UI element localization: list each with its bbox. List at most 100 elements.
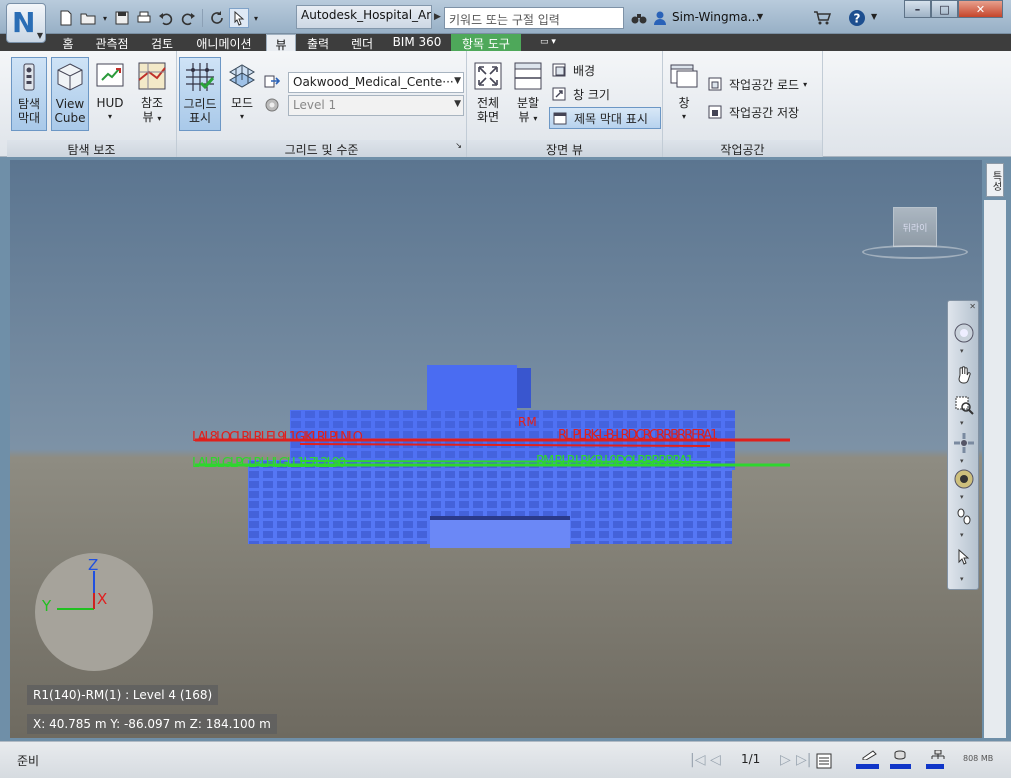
level-select[interactable]: Level 1 ▼ [288, 95, 464, 116]
background-label: 배경 [573, 63, 596, 78]
steering-wheel-icon[interactable] [952, 321, 976, 345]
model-select[interactable]: Oakwood_Medical_Cente··· ▼ [288, 72, 464, 93]
next-page-icon[interactable]: ▷ [780, 752, 791, 768]
windows-button[interactable]: 창 ▾ [665, 57, 703, 131]
show-title-bar-button[interactable]: 제목 막대 표시 [549, 107, 661, 129]
page-indicator: 1/1 [741, 752, 761, 766]
ribbon: 탐색 막대 View Cube HUD ▾ 참조 뷰 ▾ 탐색 보조 그리드 표… [0, 51, 1011, 157]
grid-mode-button[interactable]: 모드 ▾ [224, 57, 260, 131]
user-icon[interactable] [650, 8, 670, 28]
toolbar-separator [202, 9, 203, 27]
scene-viewport[interactable]: LAL8LOCLRLRLEL9L1GIKLRLPLNLO RL PLRK-L-B… [10, 160, 982, 738]
chevron-down-icon[interactable]: ▾ [960, 347, 964, 355]
properties-side-tab[interactable]: 특성 [986, 163, 1004, 197]
viewcube-button[interactable]: View Cube [51, 57, 89, 131]
tab-home[interactable]: 홈 [56, 34, 80, 51]
user-name[interactable]: Sim-Wingma... [672, 10, 759, 24]
zoom-window-icon[interactable] [952, 393, 976, 417]
first-page-icon[interactable]: |◁ [690, 752, 705, 768]
search-input[interactable]: 키워드 또는 구절 입력 [444, 7, 624, 29]
print-icon[interactable] [134, 8, 154, 28]
help-icon[interactable]: ? [847, 8, 867, 28]
tab-view[interactable]: 뷰 [266, 34, 296, 52]
refresh-icon[interactable] [207, 8, 227, 28]
fullscreen-button[interactable]: 전체 화면 [469, 57, 507, 131]
load-workspace-button[interactable]: 작업공간 로드 ▾ [707, 73, 807, 95]
chevron-down-icon[interactable]: ▾ [100, 8, 110, 28]
tab-item-tools[interactable]: 항목 도구 [451, 34, 521, 51]
disk-load-meter [890, 750, 920, 772]
tab-animation[interactable]: 애니메이션 [188, 34, 260, 51]
hud-label: HUD [96, 96, 124, 110]
reference-views-label: 뷰 ▾ [142, 110, 162, 124]
undo-icon[interactable] [156, 8, 176, 28]
save-workspace-button[interactable]: 작업공간 저장 [707, 101, 799, 123]
look-eye-icon[interactable] [952, 467, 976, 491]
binoculars-icon[interactable] [629, 8, 649, 28]
save-icon[interactable] [112, 8, 132, 28]
memory-usage: 808 MB [963, 754, 994, 763]
orbit-icon[interactable] [952, 431, 976, 455]
close-button[interactable]: ✕ [958, 0, 1003, 18]
navigation-bar-icon [23, 63, 35, 91]
grid-mode-label: 모드 [230, 96, 254, 110]
window-size-button[interactable]: 창 크기 [551, 83, 610, 105]
windows-icon [670, 64, 698, 88]
walk-footsteps-icon[interactable] [952, 505, 976, 529]
save-workspace-icon [708, 105, 722, 119]
windows-label: 창 [678, 96, 690, 110]
split-view-button[interactable]: 분할 뷰 ▾ [509, 57, 547, 131]
panel-title: 장면 뷰 [467, 140, 662, 157]
select-pointer-icon[interactable] [229, 8, 249, 28]
tab-review[interactable]: 검토 [144, 34, 180, 51]
show-grid-button[interactable]: 그리드 표시 [179, 57, 221, 131]
ribbon-options-button[interactable]: ▭ ▾ [540, 37, 568, 48]
hud-button[interactable]: HUD ▾ [93, 57, 127, 131]
sheet-browser-icon[interactable] [816, 753, 832, 769]
tab-render[interactable]: 렌더 [344, 34, 380, 51]
select-pointer-icon[interactable] [952, 545, 976, 569]
document-title: Autodesk_Hospital_Ar... [296, 5, 432, 29]
tab-viewpoint[interactable]: 관측점 [88, 34, 136, 51]
quick-access-toolbar: ▾ ▾ [56, 7, 261, 29]
viewcube[interactable]: 뒤라이 [893, 207, 937, 247]
maximize-button[interactable]: □ [931, 0, 958, 18]
chevron-down-icon[interactable]: ▾ [251, 8, 261, 28]
redo-icon[interactable] [178, 8, 198, 28]
panel-title: 작업공간 [663, 140, 822, 157]
chevron-down-icon[interactable]: ▾ [960, 493, 964, 501]
chevron-down-icon[interactable]: ▾ [960, 531, 964, 539]
chevron-down-icon[interactable]: ▾ [960, 419, 964, 427]
chevron-down-icon[interactable]: ▼ [757, 12, 763, 21]
viewcube-compass-ring[interactable] [862, 245, 968, 259]
chevron-down-icon[interactable]: ▾ [960, 457, 964, 465]
open-folder-icon[interactable] [78, 8, 98, 28]
last-page-icon[interactable]: ▷| [796, 752, 811, 768]
minimize-button[interactable]: – [904, 0, 931, 18]
chevron-down-icon[interactable]: ▼ [871, 12, 877, 21]
navigation-bar-button[interactable]: 탐색 막대 [11, 57, 47, 131]
grid-label-mid: RM [518, 415, 537, 429]
reference-views-button[interactable]: 참조 뷰 ▾ [133, 57, 171, 131]
level-gear-icon [265, 98, 279, 112]
hud-selected-item: R1(140)-RM(1) : Level 4 (168) [27, 685, 219, 705]
chevron-right-icon[interactable]: ▶ [434, 12, 441, 22]
tab-output[interactable]: 출력 [300, 34, 336, 51]
new-file-icon[interactable] [56, 8, 76, 28]
panel-launcher-icon[interactable]: ↘ [455, 141, 462, 150]
background-button[interactable]: 배경 [551, 59, 595, 81]
chevron-down-icon[interactable]: ▾ [960, 575, 964, 583]
panel-title: 그리드 및 수준 ↘ [177, 140, 466, 157]
application-menu-button[interactable]: N ▼ [6, 3, 46, 43]
building-model[interactable] [10, 160, 982, 738]
show-grid-label: 그리드 [183, 97, 217, 111]
previous-page-icon[interactable]: ◁ [710, 752, 721, 768]
chevron-down-icon: ▾ [239, 112, 244, 121]
hud-coordinates: X: 40.785 m Y: -86.097 m Z: 184.100 m [27, 714, 277, 734]
network-icon [931, 750, 945, 759]
tab-bim360[interactable]: BIM 360 [388, 34, 446, 51]
pan-hand-icon[interactable] [952, 363, 976, 387]
show-title-bar-label: 제목 막대 표시 [574, 111, 648, 126]
close-icon[interactable]: ✕ [969, 302, 976, 311]
cart-icon[interactable] [812, 8, 832, 28]
